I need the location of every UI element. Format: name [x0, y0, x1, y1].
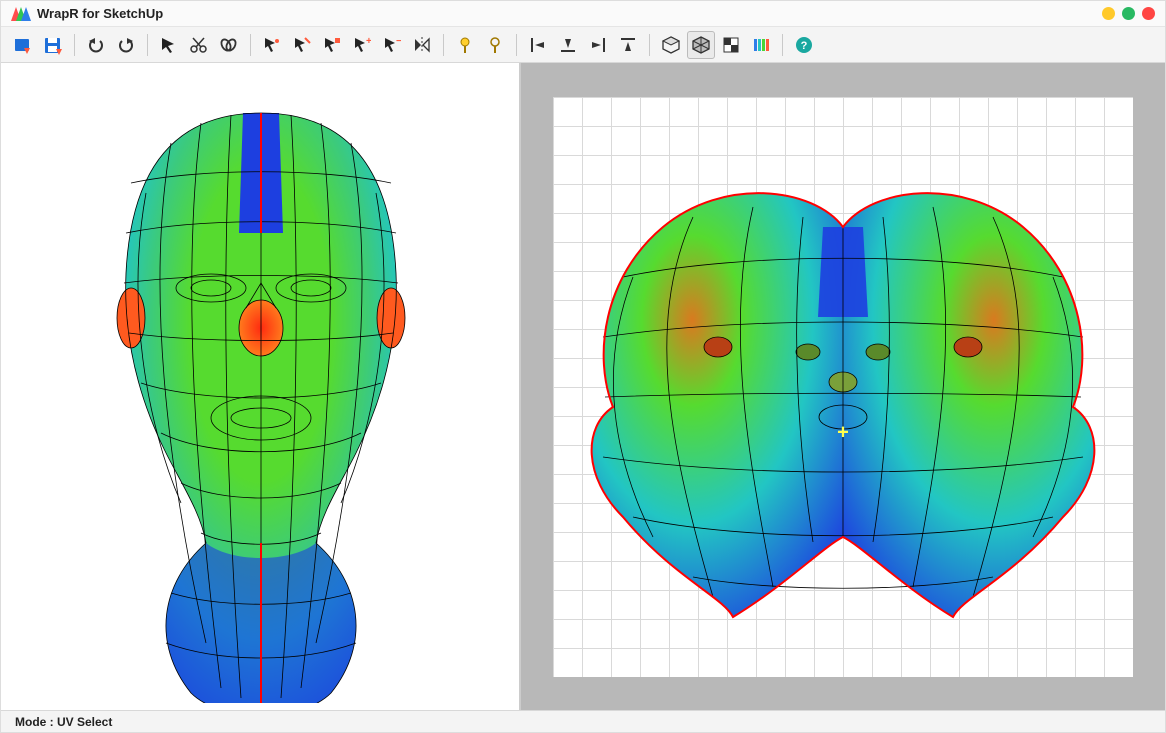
align-left-button[interactable]: [524, 31, 552, 59]
shrink-selection-button[interactable]: −: [378, 31, 406, 59]
viewport-3d[interactable]: [1, 63, 521, 710]
select-face-loop-button[interactable]: [318, 31, 346, 59]
save-button[interactable]: [39, 31, 67, 59]
app-logo-icon: [11, 7, 31, 21]
pin-button[interactable]: [451, 31, 479, 59]
weld-seam-button[interactable]: [215, 31, 243, 59]
mode-label: Mode : UV Select: [15, 715, 112, 729]
align-top-button[interactable]: [614, 31, 642, 59]
select-tool-button[interactable]: [155, 31, 183, 59]
select-element-button[interactable]: [258, 31, 286, 59]
align-right-button[interactable]: [584, 31, 612, 59]
select-edge-loop-button[interactable]: [288, 31, 316, 59]
viewport-uv[interactable]: +: [521, 63, 1165, 710]
undo-button[interactable]: [82, 31, 110, 59]
window-controls: [1102, 7, 1155, 20]
uv-canvas[interactable]: +: [553, 97, 1133, 677]
minimize-button[interactable]: [1102, 7, 1115, 20]
redo-button[interactable]: [112, 31, 140, 59]
shade-solid-button[interactable]: [657, 31, 685, 59]
svg-text:+: +: [366, 36, 371, 47]
svg-text:?: ?: [801, 40, 808, 52]
mirror-button[interactable]: [408, 31, 436, 59]
help-button[interactable]: ?: [790, 31, 818, 59]
toolbar: + − ?: [1, 27, 1165, 63]
statusbar: Mode : UV Select: [1, 710, 1165, 732]
maximize-button[interactable]: [1122, 7, 1135, 20]
grow-selection-button[interactable]: +: [348, 31, 376, 59]
shade-checker-button[interactable]: [717, 31, 745, 59]
svg-text:−: −: [396, 36, 401, 47]
open-button[interactable]: [9, 31, 37, 59]
unpin-button[interactable]: [481, 31, 509, 59]
window-title: WrapR for SketchUp: [37, 6, 163, 21]
align-bottom-button[interactable]: [554, 31, 582, 59]
shade-stretch-button[interactable]: [747, 31, 775, 59]
titlebar: WrapR for SketchUp: [1, 1, 1165, 27]
workspace: +: [1, 63, 1165, 710]
shade-wire-button[interactable]: [687, 31, 715, 59]
close-button[interactable]: [1142, 7, 1155, 20]
cut-seam-button[interactable]: [185, 31, 213, 59]
